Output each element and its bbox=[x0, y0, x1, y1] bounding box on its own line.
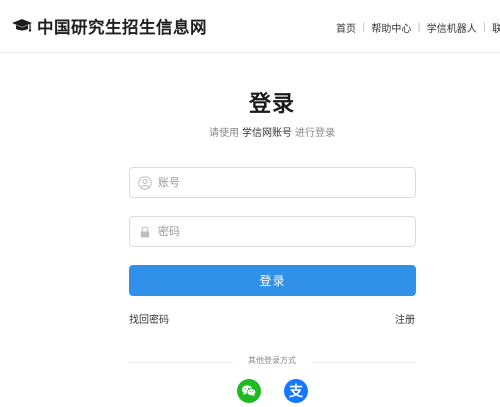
top-nav: 首页 | 帮助中心 | 学信机器人 | 联 bbox=[336, 20, 500, 35]
wechat-icon bbox=[242, 385, 257, 397]
nav-home-link[interactable]: 首页 bbox=[336, 20, 356, 35]
subtitle-suffix: 进行登录 bbox=[295, 128, 335, 139]
mortarboard-icon bbox=[12, 19, 32, 32]
nav-contact-link[interactable]: 联 bbox=[492, 20, 500, 35]
subtitle-brand: 学信网账号 bbox=[242, 128, 292, 139]
site-header: 中国研究生招生信息网 首页 | 帮助中心 | 学信机器人 | 联 bbox=[0, 0, 500, 53]
site-title: 中国研究生招生信息网 bbox=[37, 18, 207, 37]
account-input[interactable] bbox=[158, 168, 408, 197]
site-logo[interactable]: 中国研究生招生信息网 bbox=[11, 14, 207, 38]
nav-help-link[interactable]: 帮助中心 bbox=[371, 20, 411, 35]
login-page: 中国研究生招生信息网 首页 | 帮助中心 | 学信机器人 | 联 登录 请使用学… bbox=[0, 0, 500, 407]
user-icon bbox=[138, 176, 152, 190]
password-field bbox=[129, 216, 416, 247]
svg-text:支: 支 bbox=[288, 383, 304, 400]
nav-separator: | bbox=[482, 22, 487, 33]
nav-robot-link[interactable]: 学信机器人 bbox=[427, 20, 477, 35]
login-subtitle: 请使用 学信网账号 进行登录 bbox=[0, 124, 500, 139]
password-input[interactable] bbox=[158, 217, 408, 246]
page-title: 登录 bbox=[248, 92, 295, 117]
login-button[interactable]: 登录 bbox=[129, 265, 416, 296]
forgot-password-link[interactable]: 找回密码 bbox=[129, 311, 169, 326]
subtitle-prefix: 请使用 bbox=[209, 128, 239, 139]
wechat-login-button[interactable] bbox=[237, 379, 261, 403]
nav-separator: | bbox=[417, 22, 421, 33]
alipay-icon: 支 bbox=[288, 383, 304, 400]
register-link[interactable]: 注册 bbox=[395, 311, 415, 326]
other-login-label: 其他登录方式 bbox=[248, 356, 296, 365]
account-field bbox=[129, 167, 416, 198]
alipay-login-button[interactable]: 支 bbox=[284, 379, 308, 403]
nav-separator: | bbox=[362, 22, 366, 33]
lock-icon bbox=[140, 226, 150, 238]
